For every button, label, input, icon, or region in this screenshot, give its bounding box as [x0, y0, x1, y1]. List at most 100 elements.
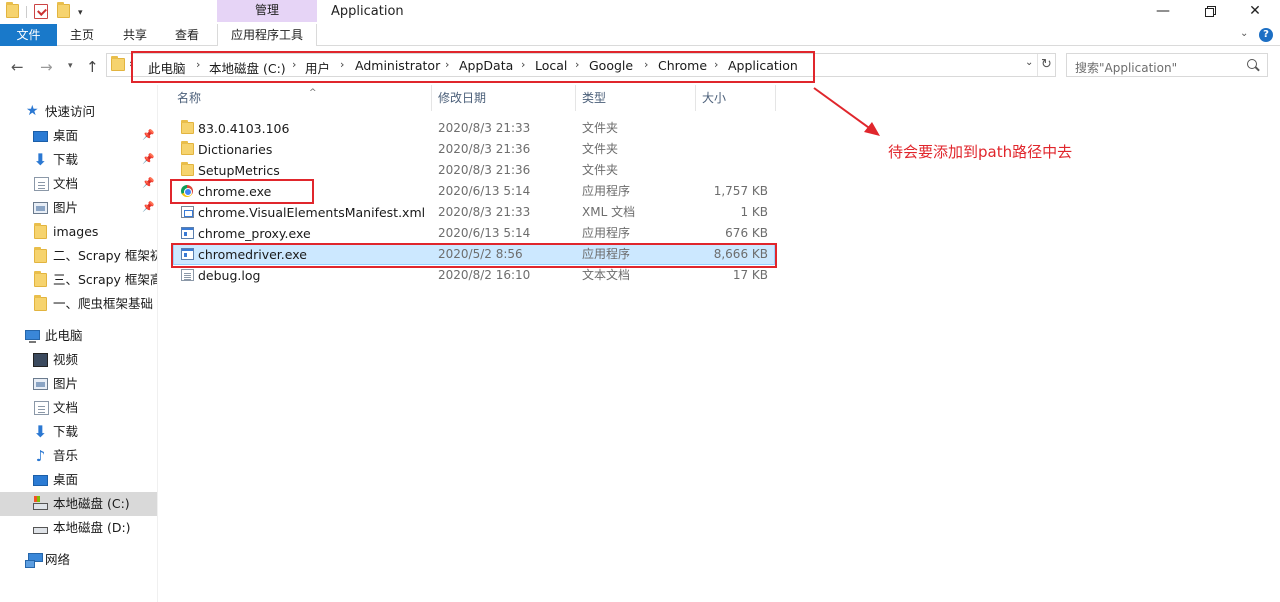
- chromedriver-highlight-box: [171, 243, 777, 268]
- pin-icon[interactable]: 📌: [142, 124, 154, 148]
- file-name: 83.0.4103.106: [198, 121, 290, 136]
- tab-share[interactable]: 共享: [109, 24, 161, 46]
- download-icon: ⬇: [33, 150, 48, 169]
- file-row[interactable]: Dictionaries 2020/8/3 21:36 文件夹: [173, 139, 775, 160]
- file-date: 2020/8/2 16:10: [438, 268, 531, 282]
- pin-icon[interactable]: 📌: [142, 148, 154, 172]
- pin-icon[interactable]: 📌: [142, 196, 154, 220]
- column-header-name[interactable]: 名称 ^: [171, 85, 432, 111]
- nav-downloads[interactable]: ⬇ 下载 📌: [0, 148, 157, 172]
- file-name: Dictionaries: [198, 142, 273, 157]
- annotation-text: 待会要添加到path路径中去: [888, 143, 1073, 161]
- file-date: 2020/8/3 21:33: [438, 121, 531, 135]
- file-date: 2020/8/3 21:36: [438, 142, 531, 156]
- nav-network[interactable]: 网络: [0, 548, 157, 572]
- nav-pictures[interactable]: 图片 📌: [0, 196, 157, 220]
- nav-music[interactable]: ♪ 音乐: [0, 444, 157, 468]
- forward-arrow-icon[interactable]: →: [40, 58, 53, 76]
- nav-documents[interactable]: 文档 📌: [0, 172, 157, 196]
- tab-application-tools[interactable]: 应用程序工具: [217, 24, 317, 46]
- document-icon: [34, 401, 49, 415]
- nav-label: 本地磁盘 (C:): [53, 496, 130, 511]
- picture-icon: [33, 378, 48, 390]
- refresh-icon[interactable]: ↻: [1037, 54, 1055, 76]
- title-bar: ▾ 管理 Application — ✕: [0, 0, 1280, 24]
- picture-icon: [33, 202, 48, 214]
- column-header-date[interactable]: 修改日期: [432, 85, 576, 111]
- nav-quick-access[interactable]: ★ 快速访问: [0, 100, 157, 124]
- up-arrow-icon[interactable]: ↑: [86, 58, 99, 76]
- folder-icon: [34, 247, 47, 263]
- nav-folder-scrapy-basic[interactable]: 二、Scrapy 框架初: [0, 244, 157, 268]
- file-row[interactable]: chrome.VisualElementsManifest.xml 2020/8…: [173, 202, 775, 223]
- nav-label: 桌面: [53, 128, 79, 143]
- back-arrow-icon[interactable]: ←: [11, 58, 24, 76]
- annotation-arrow-icon: [813, 87, 880, 136]
- column-header-type[interactable]: 类型: [576, 85, 696, 111]
- file-date: 2020/6/13 5:14: [438, 184, 531, 198]
- folder-icon: [111, 56, 125, 71]
- ribbon-tabs: 文件 主页 共享 查看 应用程序工具 ⌄ ?: [0, 24, 1280, 46]
- document-icon: [34, 177, 49, 191]
- close-button[interactable]: ✕: [1232, 2, 1278, 22]
- customize-toolbar-icon[interactable]: ▾: [78, 8, 83, 24]
- search-input[interactable]: 搜索"Application": [1066, 53, 1268, 77]
- help-icon[interactable]: ?: [1259, 28, 1273, 42]
- address-history-icon[interactable]: ⌄: [1025, 57, 1033, 68]
- nav-pc-pictures[interactable]: 图片: [0, 372, 157, 396]
- nav-pc-documents[interactable]: 文档: [0, 396, 157, 420]
- nav-label: 网络: [45, 552, 71, 567]
- file-row[interactable]: SetupMetrics 2020/8/3 21:36 文件夹: [173, 160, 775, 181]
- nav-label: 桌面: [53, 472, 79, 487]
- nav-label: 快速访问: [45, 104, 96, 119]
- file-row[interactable]: debug.log 2020/8/2 16:10 文本文档 17 KB: [173, 265, 775, 286]
- file-row[interactable]: 83.0.4103.106 2020/8/3 21:33 文件夹: [173, 118, 775, 139]
- nav-pc-downloads[interactable]: ⬇ 下载: [0, 420, 157, 444]
- column-header-size[interactable]: 大小: [696, 85, 776, 111]
- network-icon: [25, 553, 43, 568]
- exe-icon: [181, 227, 194, 239]
- nav-label: 三、Scrapy 框架高: [53, 272, 157, 287]
- properties-icon[interactable]: [34, 4, 48, 19]
- file-row[interactable]: chrome_proxy.exe 2020/6/13 5:14 应用程序 676…: [173, 223, 775, 244]
- pin-icon[interactable]: 📌: [142, 172, 154, 196]
- nav-folder-images[interactable]: images: [0, 220, 157, 244]
- maximize-button[interactable]: [1186, 2, 1232, 22]
- restore-icon: [1204, 8, 1214, 17]
- nav-label: 图片: [53, 200, 79, 215]
- tab-file[interactable]: 文件: [0, 24, 57, 46]
- search-icon[interactable]: [1247, 59, 1257, 69]
- nav-drive-d[interactable]: 本地磁盘 (D:): [0, 516, 157, 540]
- file-name: chrome.VisualElementsManifest.xml: [198, 205, 426, 220]
- context-tab-group: 管理: [217, 0, 317, 22]
- chevron-down-icon[interactable]: ⌄: [1240, 28, 1248, 39]
- drive-icon: [33, 527, 48, 534]
- tab-home[interactable]: 主页: [57, 24, 107, 46]
- column-label: 名称: [177, 91, 202, 105]
- folder-icon: [181, 141, 194, 155]
- window-title: Application: [331, 4, 404, 19]
- nav-folder-scrapy-advanced[interactable]: 三、Scrapy 框架高: [0, 268, 157, 292]
- nav-label: 下载: [53, 152, 79, 167]
- file-type: 文件夹: [582, 142, 619, 156]
- nav-this-pc[interactable]: 此电脑: [0, 324, 157, 348]
- nav-label: 下载: [53, 424, 79, 439]
- recent-locations-icon[interactable]: ▾: [68, 61, 73, 71]
- nav-label: 音乐: [53, 448, 79, 463]
- file-name: debug.log: [198, 268, 261, 283]
- new-folder-icon[interactable]: [57, 2, 70, 18]
- address-highlight-box: [131, 51, 815, 83]
- nav-pc-desktop[interactable]: 桌面: [0, 468, 157, 492]
- nav-desktop[interactable]: 桌面 📌: [0, 124, 157, 148]
- folder-icon: [34, 223, 47, 239]
- minimize-button[interactable]: —: [1140, 2, 1186, 22]
- file-size: 17 KB: [732, 268, 768, 282]
- file-name: SetupMetrics: [198, 163, 280, 178]
- tab-view[interactable]: 查看: [161, 24, 213, 46]
- nav-label: 二、Scrapy 框架初: [53, 248, 157, 263]
- nav-videos[interactable]: 视频: [0, 348, 157, 372]
- column-label: 类型: [582, 91, 607, 105]
- nav-drive-c[interactable]: 本地磁盘 (C:): [0, 492, 157, 516]
- column-label: 大小: [702, 91, 727, 105]
- nav-folder-crawler-basics[interactable]: 一、爬虫框架基础: [0, 292, 157, 316]
